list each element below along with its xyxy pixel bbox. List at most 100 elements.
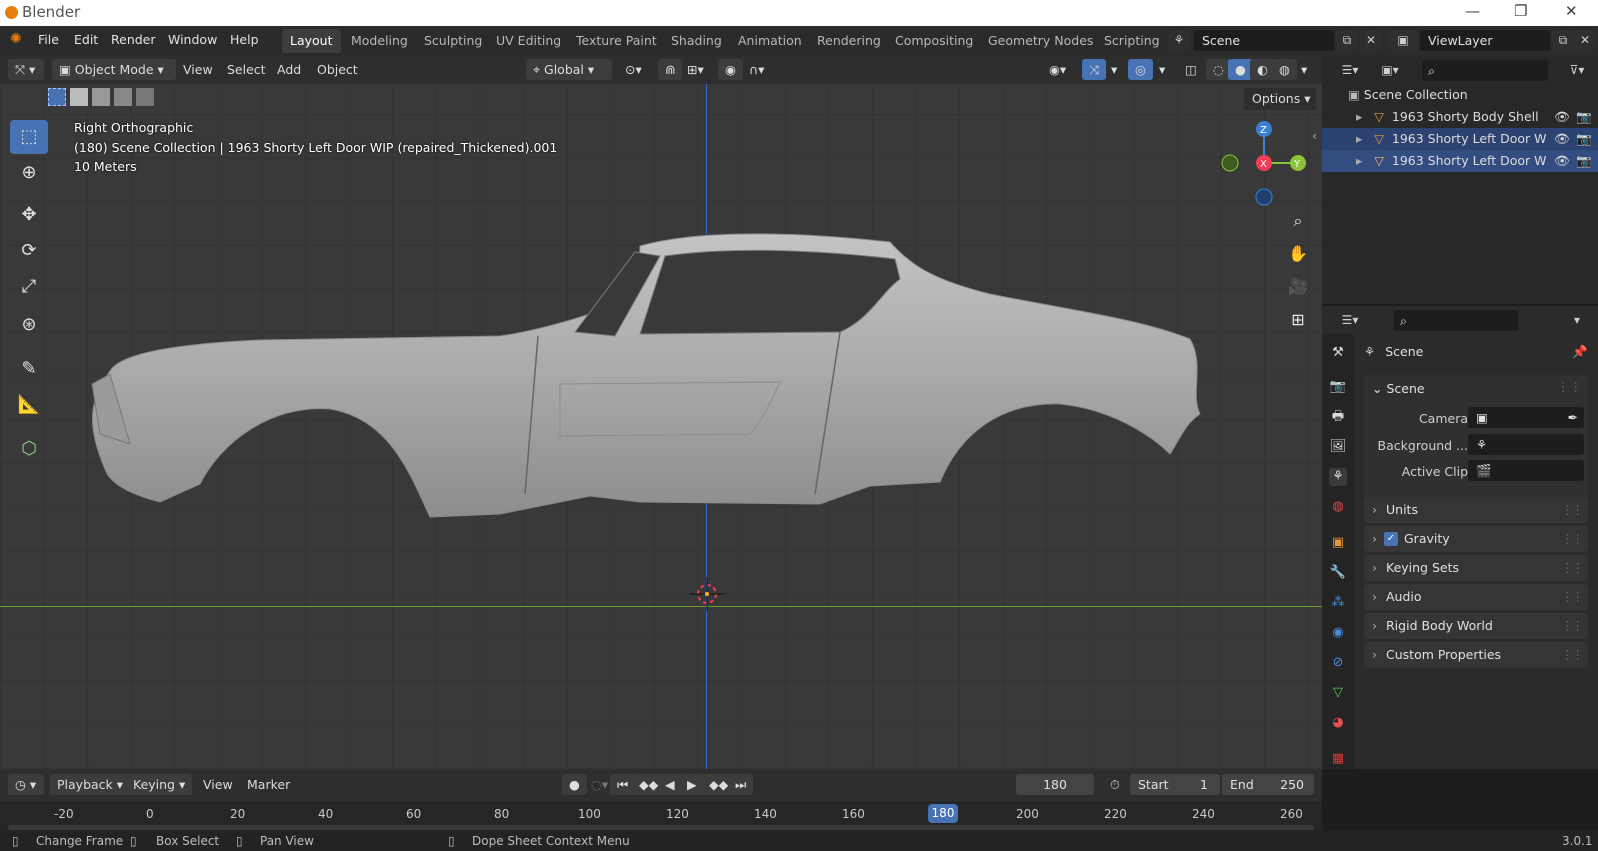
scene-tab-icon[interactable]: ⚘ xyxy=(1329,468,1347,486)
menu-window[interactable]: Window xyxy=(168,32,217,47)
proportional-edit-icon[interactable]: ◉ xyxy=(718,59,743,80)
menu-render[interactable]: Render xyxy=(111,32,156,47)
view-layer-tab-icon[interactable]: 🖼 xyxy=(1329,438,1347,456)
gizmo-neg-z-axis[interactable] xyxy=(1255,188,1273,206)
playhead-indicator[interactable]: 180 xyxy=(928,804,958,823)
camera-icon[interactable]: 📷 xyxy=(1576,150,1592,172)
overlays-dropdown-icon[interactable]: ▾ xyxy=(1152,59,1172,80)
timeline-scrollbar[interactable] xyxy=(8,825,1314,830)
3d-viewport[interactable]: ⬚ ⊕ ✥ ⟳ ⤢ ⊛ ✎ 📐 ⬡ Right Orthographic (18… xyxy=(0,84,1322,769)
tab-uv-editing[interactable]: UV Editing xyxy=(488,29,569,53)
select-intersect-icon[interactable] xyxy=(136,88,154,106)
background-field[interactable]: ⚘ xyxy=(1468,434,1584,455)
move-tool-icon[interactable]: ✥ xyxy=(10,198,48,232)
blender-menu-icon[interactable]: ✺ xyxy=(10,31,22,47)
scale-tool-icon[interactable]: ⤢ xyxy=(10,270,48,304)
zoom-icon[interactable]: ⌕ xyxy=(1283,206,1313,236)
play-reverse-icon[interactable]: ◀ xyxy=(658,774,682,795)
annotate-tool-icon[interactable]: ✎ xyxy=(10,352,48,386)
select-box-tool-icon[interactable]: ⬚ xyxy=(10,120,48,154)
playback-dropdown[interactable]: Playback ▾ xyxy=(50,774,131,795)
pivot-point-icon[interactable]: ⊙▾ xyxy=(618,59,649,80)
viewlayer-selector-icon[interactable]: ▣ xyxy=(1388,30,1418,51)
tool-tab-icon[interactable]: ⚒ xyxy=(1329,344,1347,362)
tab-sculpting[interactable]: Sculpting xyxy=(416,29,490,53)
delete-viewlayer-icon[interactable]: ✕ xyxy=(1574,30,1596,51)
tab-animation[interactable]: Animation xyxy=(730,29,810,53)
gravity-checkbox[interactable]: ✓ xyxy=(1384,532,1398,546)
perspective-toggle-icon[interactable]: ⊞ xyxy=(1283,305,1313,335)
tab-modeling[interactable]: Modeling xyxy=(343,29,416,53)
select-new-icon[interactable] xyxy=(48,88,66,106)
menu-edit[interactable]: Edit xyxy=(74,32,98,47)
menu-add[interactable]: Add xyxy=(270,59,308,80)
outliner-root[interactable]: ▣ Scene Collection xyxy=(1322,84,1598,106)
pan-hand-icon[interactable]: ✋ xyxy=(1283,239,1313,269)
tab-texture-paint[interactable]: Texture Paint xyxy=(568,29,665,53)
viewlayer-field[interactable]: ViewLayer xyxy=(1420,30,1550,51)
timeline-editor-type-icon[interactable]: ◷ ▾ xyxy=(8,774,44,795)
properties-search-input[interactable]: ⌕ xyxy=(1394,310,1518,331)
use-preview-range-icon[interactable]: ⏱ xyxy=(1103,774,1127,795)
pin-icon[interactable]: 📌 xyxy=(1572,344,1588,360)
scene-section-header[interactable]: ⌄ Scene xyxy=(1372,381,1425,396)
outliner-item-3[interactable]: ▸ ▽ 1963 Shorty Left Door W 👁 📷 xyxy=(1322,150,1598,172)
timeline-ruler[interactable]: -20 0 20 40 60 80 100 120 140 160 200 22… xyxy=(0,801,1322,831)
menu-view[interactable]: View xyxy=(176,59,220,80)
tab-shading[interactable]: Shading xyxy=(663,29,730,53)
scene-field[interactable]: Scene xyxy=(1194,30,1334,51)
camera-view-icon[interactable]: 🎥 xyxy=(1283,272,1313,302)
shading-dropdown-icon[interactable]: ▾ xyxy=(1294,59,1314,80)
drag-grip-icon[interactable]: ⋮⋮ xyxy=(1557,379,1582,394)
panel-units[interactable]: › Units ⋮⋮ xyxy=(1364,497,1588,523)
output-tab-icon[interactable]: 🖶 xyxy=(1329,408,1347,426)
keying-dropdown[interactable]: Keying ▾ xyxy=(126,774,193,795)
data-tab-icon[interactable]: ▽ xyxy=(1329,684,1347,702)
add-cube-tool-icon[interactable]: ⬡ xyxy=(10,432,48,466)
options-button[interactable]: Options ▾ xyxy=(1244,88,1316,110)
measure-tool-icon[interactable]: 📐 xyxy=(10,388,48,422)
xray-icon[interactable]: ◫ xyxy=(1178,59,1204,80)
close-icon[interactable]: ✕ xyxy=(1565,2,1578,20)
render-tab-icon[interactable]: 📷 xyxy=(1329,378,1347,396)
menu-file[interactable]: File xyxy=(38,32,59,47)
timeline-menu-view[interactable]: View xyxy=(196,774,240,795)
physics-tab-icon[interactable]: ◉ xyxy=(1329,624,1347,642)
drag-grip-icon[interactable]: ⋮⋮ xyxy=(1561,526,1584,552)
select-extend-icon[interactable] xyxy=(70,88,88,106)
minimize-icon[interactable]: — xyxy=(1465,2,1480,20)
drag-grip-icon[interactable]: ⋮⋮ xyxy=(1561,584,1584,610)
outliner-item-1[interactable]: ▸ ▽ 1963 Shorty Body Shell 👁 📷 xyxy=(1322,106,1598,128)
rotate-tool-icon[interactable]: ⟳ xyxy=(10,234,48,268)
overlays-toggle-icon[interactable]: ◎ xyxy=(1128,59,1153,80)
timeline-menu-marker[interactable]: Marker xyxy=(240,774,297,795)
panel-gravity[interactable]: › ✓ Gravity ⋮⋮ xyxy=(1364,526,1588,552)
outliner-editor-type-icon[interactable]: ☰▾ xyxy=(1334,60,1366,81)
current-frame-field[interactable]: 180 xyxy=(1016,774,1094,795)
mode-dropdown[interactable]: ▣ Object Mode ▾ xyxy=(52,59,176,80)
gizmo-toggle-icon[interactable]: ⤨ xyxy=(1082,59,1107,80)
restore-icon[interactable]: ❐ xyxy=(1514,2,1527,20)
new-viewlayer-icon[interactable]: ⧉ xyxy=(1552,30,1574,51)
cursor-tool-icon[interactable]: ⊕ xyxy=(10,156,48,190)
select-invert-icon[interactable] xyxy=(114,88,132,106)
menu-select[interactable]: Select xyxy=(220,59,273,80)
tab-layout[interactable]: Layout xyxy=(282,29,341,53)
display-mode-icon[interactable]: ▣▾ xyxy=(1374,60,1406,81)
outliner-filter-icon[interactable]: ⊽▾ xyxy=(1562,60,1592,81)
scene-selector-icon[interactable]: ⚘ xyxy=(1168,30,1190,51)
camera-icon[interactable]: 📷 xyxy=(1576,106,1592,128)
sidebar-toggle-icon[interactable]: ‹ xyxy=(1312,128,1317,143)
modifier-tab-icon[interactable]: 🔧 xyxy=(1329,564,1347,582)
jump-end-icon[interactable]: ⏭ xyxy=(728,774,754,795)
editor-type-icon[interactable]: ⤧ ▾ xyxy=(8,59,44,80)
falloff-icon[interactable]: ∩▾ xyxy=(742,59,771,80)
tab-compositing[interactable]: Compositing xyxy=(887,29,981,53)
panel-custom-properties[interactable]: › Custom Properties ⋮⋮ xyxy=(1364,642,1588,668)
outliner-search-input[interactable]: ⌕ xyxy=(1422,60,1548,81)
camera-icon[interactable]: 📷 xyxy=(1576,128,1592,150)
tab-geometry-nodes[interactable]: Geometry Nodes xyxy=(980,29,1101,53)
drag-grip-icon[interactable]: ⋮⋮ xyxy=(1561,497,1584,523)
car-body-mesh[interactable] xyxy=(80,224,1220,524)
panel-keying-sets[interactable]: › Keying Sets ⋮⋮ xyxy=(1364,555,1588,581)
